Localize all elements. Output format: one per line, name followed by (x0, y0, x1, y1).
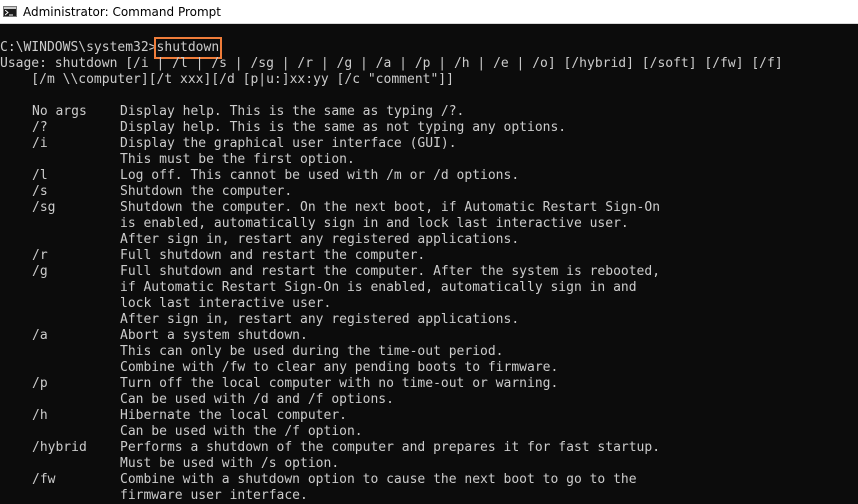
option-description: if Automatic Restart Sign-On is enabled,… (120, 280, 637, 295)
usage-line-2: [/m \\computer][/t xxx][/d [p|u:]xx:yy [… (0, 72, 454, 87)
option-row: if Automatic Restart Sign-On is enabled,… (0, 280, 858, 296)
highlighted-command: shutdown (153, 37, 223, 59)
option-description: Full shutdown and restart the computer. (120, 248, 426, 263)
prompt-path: C:\WINDOWS\system32> (0, 40, 157, 55)
option-description: Shutdown the computer. (120, 184, 293, 199)
option-description: Can be used with /d and /f options. (120, 392, 394, 407)
option-row: /h Hibernate the local computer. (0, 408, 858, 424)
option-flag (0, 216, 120, 232)
cmd-icon (3, 6, 17, 17)
option-flag: /s (32, 184, 48, 199)
option-description: Display help. This is the same as not ty… (120, 120, 567, 135)
usage-line-1: Usage: shutdown [/i | /l | /s | /sg | /r… (0, 56, 783, 71)
option-row: /a Abort a system shutdown. (0, 328, 858, 344)
option-row: /i Display the graphical user interface (… (0, 136, 858, 152)
option-row: /s Shutdown the computer. (0, 184, 858, 200)
option-flag: /a (32, 328, 48, 343)
option-description: lock last interactive user. (120, 296, 332, 311)
console-output[interactable]: C:\WINDOWS\system32>shutdown Usage: shut… (0, 24, 858, 504)
option-row: Can be used with /d and /f options. (0, 392, 858, 408)
option-flag: /l (32, 168, 48, 183)
option-flag: /hybrid (32, 440, 87, 455)
option-description: This can only be used during the time-ou… (120, 344, 504, 359)
option-row: This must be the first option. (0, 152, 858, 168)
option-flag: /fw (32, 472, 56, 487)
option-flag (0, 488, 120, 504)
option-row: /? Display help. This is the same as not … (0, 120, 858, 136)
option-description: After sign in, restart any registered ap… (120, 312, 520, 327)
option-row: /r Full shutdown and restart the computer… (0, 248, 858, 264)
window-title-bar[interactable]: Administrator: Command Prompt (0, 0, 858, 24)
option-row: lock last interactive user. (0, 296, 858, 312)
option-row: /l Log off. This cannot be used with /m o… (0, 168, 858, 184)
option-flag (0, 232, 120, 248)
option-flag (0, 344, 120, 360)
window-title: Administrator: Command Prompt (23, 4, 221, 19)
option-description: Turn off the local computer with no time… (120, 376, 559, 391)
option-description: firmware user interface. (120, 488, 308, 503)
option-row: /sg Shutdown the computer. On the next bo… (0, 200, 858, 216)
option-flag (0, 360, 120, 376)
option-flag: /h (32, 408, 48, 423)
option-row: Can be used with the /f option. (0, 424, 858, 440)
option-row: /p Turn off the local computer with no ti… (0, 376, 858, 392)
option-row: /hybrid Performs a shutdown of the comput… (0, 440, 858, 456)
option-flag: /p (32, 376, 48, 391)
option-flag: /sg (32, 200, 56, 215)
prompt-line: C:\WINDOWS\system32>shutdown (0, 37, 858, 59)
option-flag (0, 296, 120, 312)
option-flag: /r (32, 248, 48, 263)
option-description: Performs a shutdown of the computer and … (120, 440, 661, 455)
option-flag: No args (32, 104, 87, 119)
option-row: /fw Combine with a shutdown option to cau… (0, 472, 858, 488)
option-description: Can be used with the /f option. (120, 424, 363, 439)
option-description: Full shutdown and restart the computer. … (120, 264, 661, 279)
option-description: This must be the first option. (120, 152, 355, 167)
options-list: No args Display help. This is the same as… (0, 104, 858, 504)
option-description: Must be used with /s option. (120, 456, 340, 471)
option-row: is enabled, automatically sign in and lo… (0, 216, 858, 232)
option-row: After sign in, restart any registered ap… (0, 312, 858, 328)
option-flag: /? (32, 120, 48, 135)
option-description: Log off. This cannot be used with /m or … (120, 168, 520, 183)
option-flag (0, 152, 120, 168)
option-flag (0, 392, 120, 408)
option-row: This can only be used during the time-ou… (0, 344, 858, 360)
option-flag: /g (32, 264, 48, 279)
option-description: Hibernate the local computer. (120, 408, 347, 423)
option-description: Shutdown the computer. On the next boot,… (120, 200, 661, 215)
option-flag: /i (32, 136, 48, 151)
option-description: Combine with a shutdown option to cause … (120, 472, 637, 487)
option-row: firmware user interface. (0, 488, 858, 504)
option-description: is enabled, automatically sign in and lo… (120, 216, 629, 231)
option-row: /g Full shutdown and restart the computer… (0, 264, 858, 280)
option-row: Must be used with /s option. (0, 456, 858, 472)
option-description: Abort a system shutdown. (120, 328, 308, 343)
option-description: After sign in, restart any registered ap… (120, 232, 520, 247)
option-description: Combine with /fw to clear any pending bo… (120, 360, 559, 375)
option-flag (0, 312, 120, 328)
option-description: Display the graphical user interface (GU… (120, 136, 457, 151)
option-description: Display help. This is the same as typing… (120, 104, 465, 119)
option-row: No args Display help. This is the same as… (0, 104, 858, 120)
option-row: Combine with /fw to clear any pending bo… (0, 360, 858, 376)
option-flag (0, 456, 120, 472)
option-flag (0, 424, 120, 440)
option-flag (0, 280, 120, 296)
option-row: After sign in, restart any registered ap… (0, 232, 858, 248)
